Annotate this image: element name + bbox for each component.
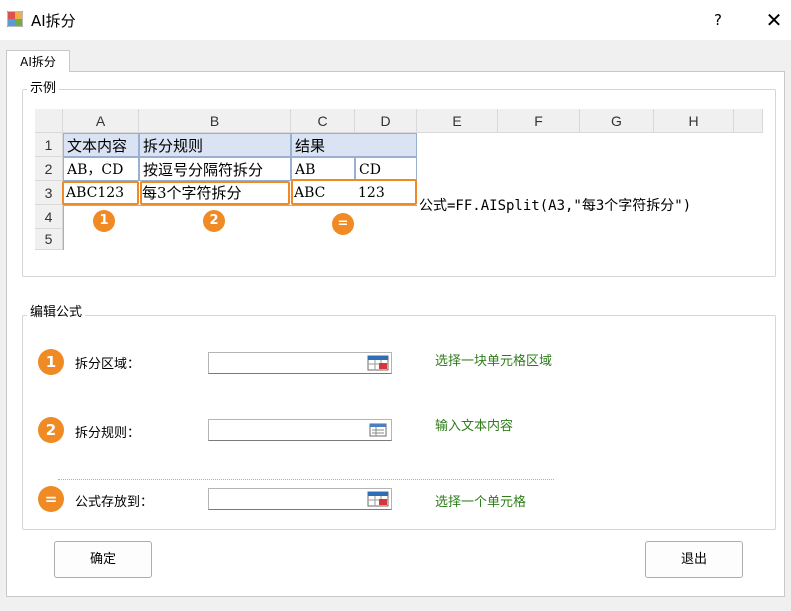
badge-result: = [332, 213, 354, 235]
range-picker-icon[interactable] [367, 355, 389, 371]
badge-rule: 2 [38, 417, 64, 443]
row-header: 2 [35, 157, 63, 181]
column-header: B [139, 109, 291, 133]
column-header: E [417, 109, 498, 133]
text-picker-icon[interactable] [367, 422, 389, 438]
close-button[interactable]: ✕ [760, 6, 788, 34]
ok-button[interactable]: 确定 [54, 541, 152, 578]
badge-range: 1 [38, 349, 64, 375]
grid-line [63, 205, 417, 206]
highlight-c3-d3 [291, 179, 417, 205]
split-range-hint: 选择一块单元格区域 [435, 354, 553, 369]
column-header: D [355, 109, 417, 133]
cell-c2: AB [291, 157, 355, 181]
badge-result: = [38, 486, 64, 512]
split-rule-hint: 输入文本内容 [435, 419, 514, 434]
highlight-b3 [140, 181, 290, 205]
row-header: 1 [35, 133, 63, 157]
cell-c1: 结果 [291, 133, 417, 157]
formula-target-label: 公式存放到： [75, 495, 154, 510]
column-header-spare [734, 109, 763, 133]
app-icon [7, 11, 23, 27]
example-group-title: 示例 [27, 81, 60, 97]
row-header: 3 [35, 181, 63, 205]
split-range-label: 拆分区域： [75, 357, 141, 372]
cell-d2: CD [355, 157, 417, 181]
grid-corner [35, 109, 63, 133]
edit-formula-group-title: 编辑公式 [27, 305, 86, 321]
help-button[interactable]: ? [706, 6, 730, 34]
split-rule-label: 拆分规则： [75, 426, 141, 441]
column-header: A [63, 109, 139, 133]
tab-ai-split[interactable]: AI拆分 [6, 50, 70, 72]
cell-a2: AB，CD [63, 157, 139, 181]
cell-a1: 文本内容 [63, 133, 139, 157]
column-header: G [580, 109, 654, 133]
highlight-a3 [62, 181, 139, 205]
formula-target-input[interactable] [208, 488, 392, 510]
badge-range: 1 [93, 210, 115, 232]
row-header: 5 [35, 229, 63, 250]
cell-b1: 拆分规则 [139, 133, 291, 157]
column-header: C [291, 109, 355, 133]
split-rule-input[interactable] [208, 419, 392, 441]
badge-rule: 2 [203, 210, 225, 232]
example-formula: 公式=FF.AISplit(A3,"每3个字符拆分") [419, 198, 692, 214]
title-bar: AI拆分 ? ✕ [0, 0, 791, 40]
divider [58, 479, 554, 480]
example-grid: A B C D E F G H 1 2 3 4 5 文本内容 拆分规则 结果 A… [35, 109, 763, 250]
split-range-input[interactable] [208, 352, 392, 374]
column-header: H [654, 109, 734, 133]
column-header: F [498, 109, 580, 133]
exit-button[interactable]: 退出 [645, 541, 743, 578]
formula-target-hint: 选择一个单元格 [435, 495, 527, 510]
cell-picker-icon[interactable] [367, 491, 389, 507]
window-title: AI拆分 [31, 12, 76, 30]
cell-b2: 按逗号分隔符拆分 [139, 157, 291, 181]
row-header: 4 [35, 205, 63, 229]
